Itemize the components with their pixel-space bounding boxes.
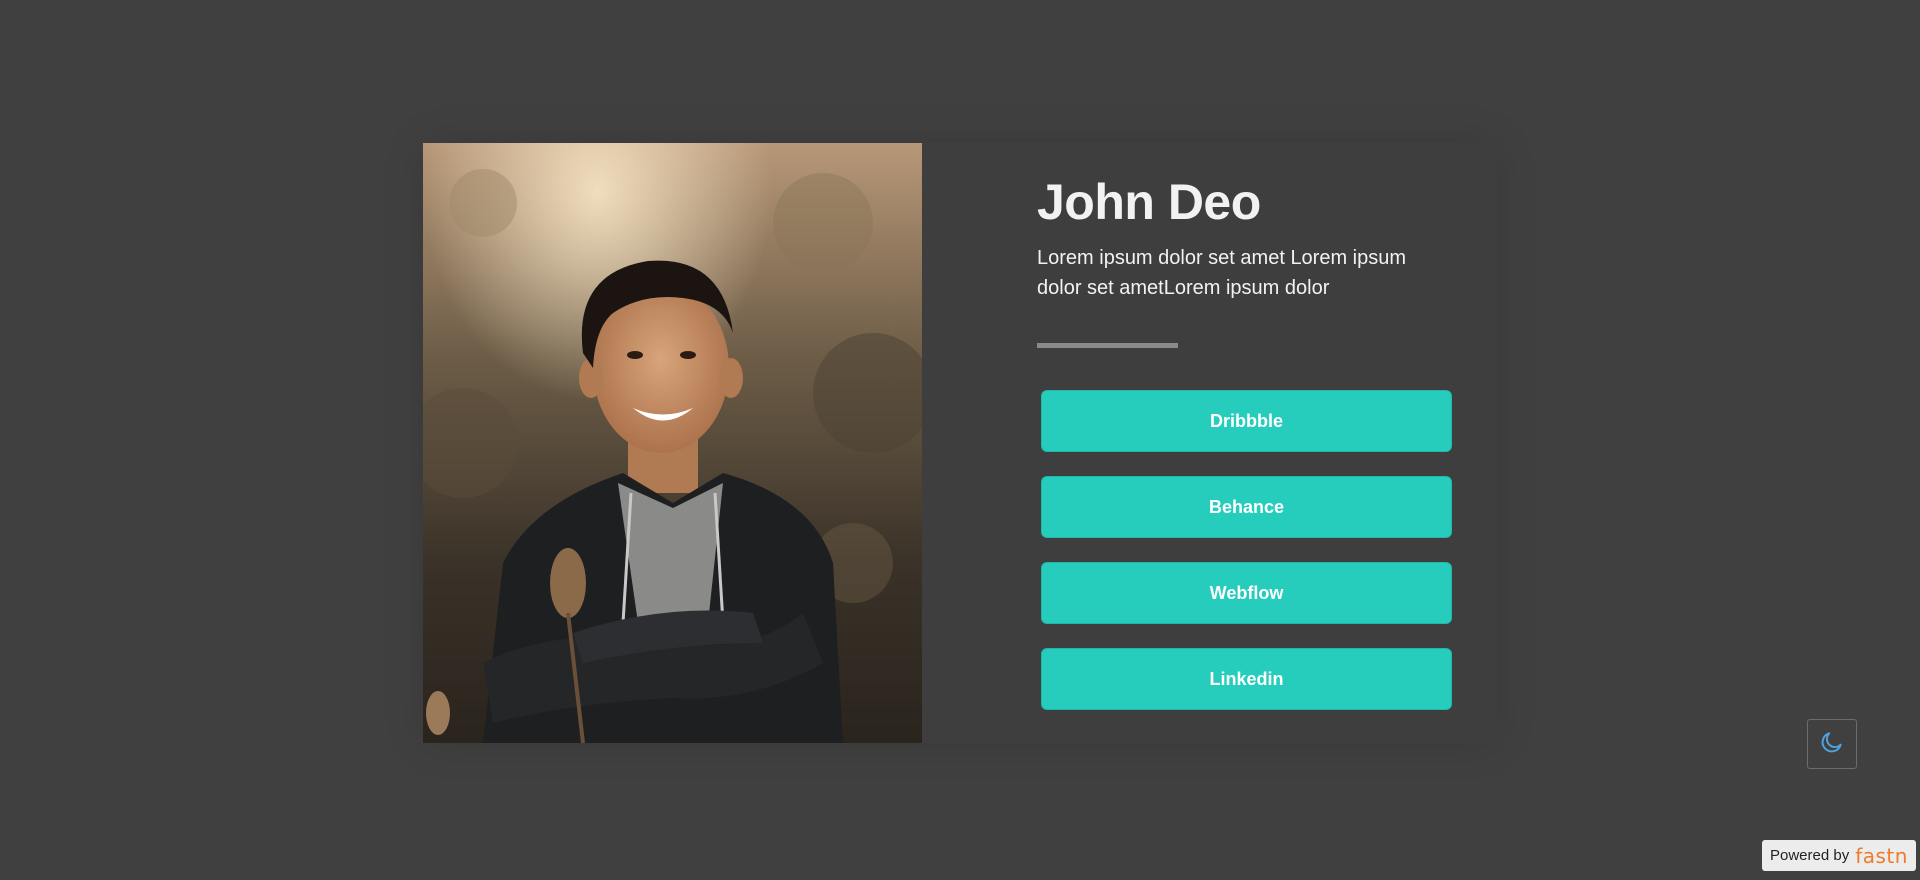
page: John Deo Lorem ipsum dolor set amet Lore… [0,0,1920,880]
social-links: Dribbble Behance Webflow Linkedin [1041,390,1454,734]
webflow-button[interactable]: Webflow [1041,562,1452,624]
profile-card: John Deo Lorem ipsum dolor set amet Lore… [423,143,1497,743]
linkedin-button[interactable]: Linkedin [1041,648,1452,710]
profile-bio: Lorem ipsum dolor set amet Lorem ipsum d… [1037,247,1407,299]
theme-toggle-button[interactable] [1807,719,1857,769]
moon-icon [1819,729,1845,760]
powered-by-badge[interactable]: Powered by fastn [1762,840,1916,871]
powered-by-label: Powered by [1770,847,1850,864]
profile-name: John Deo [1037,174,1261,230]
divider [1037,343,1178,348]
fastn-logo: fastn [1855,843,1908,868]
dribbble-button[interactable]: Dribbble [1041,390,1452,452]
profile-content: John Deo Lorem ipsum dolor set amet Lore… [922,143,1497,743]
behance-button[interactable]: Behance [1041,476,1452,538]
profile-photo [423,143,922,743]
